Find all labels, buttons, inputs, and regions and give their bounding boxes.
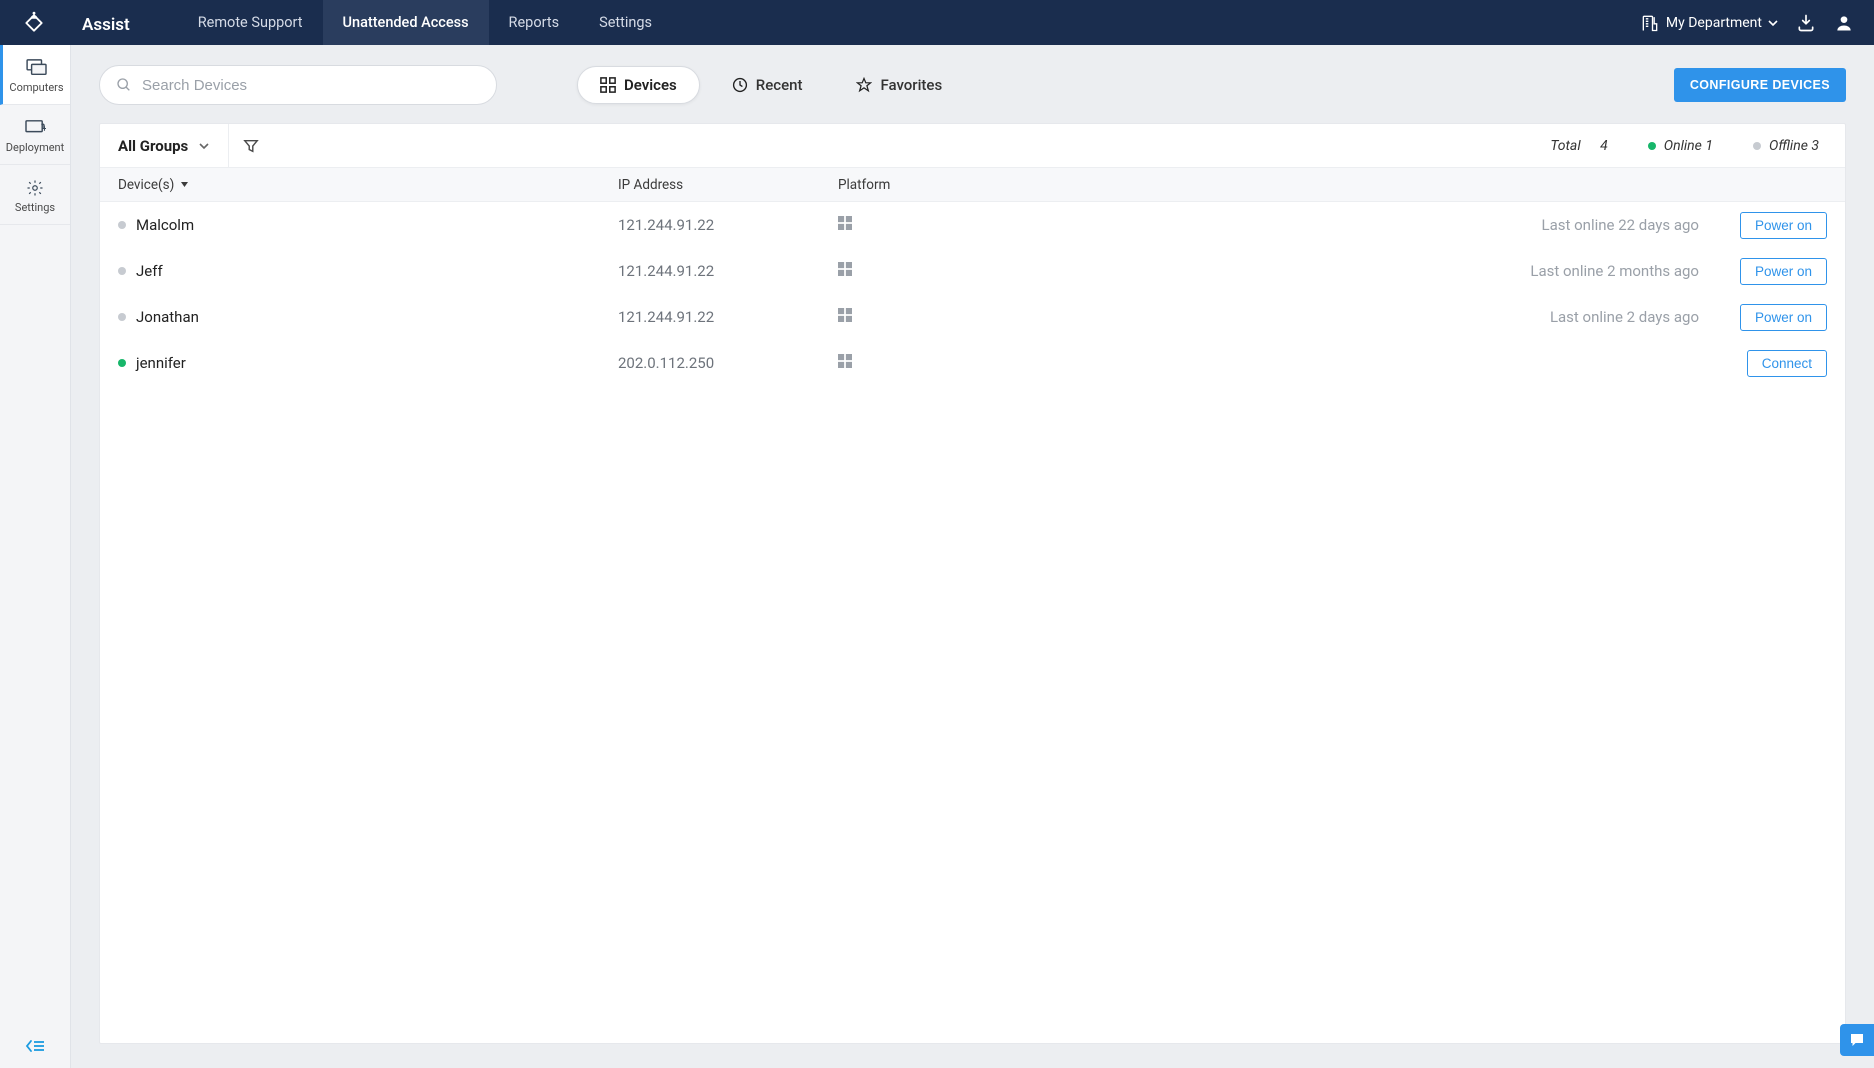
chevron-down-icon bbox=[198, 140, 210, 152]
last-seen: Last online 22 days ago bbox=[1427, 216, 1707, 234]
platform-icon bbox=[838, 308, 1427, 326]
department-selector[interactable]: My Department bbox=[1640, 13, 1778, 33]
stat-online: Online 1 bbox=[1648, 138, 1713, 154]
sidebar-item-label: Deployment bbox=[6, 141, 64, 154]
last-seen: Last online 2 months ago bbox=[1427, 262, 1707, 280]
chat-icon bbox=[1848, 1031, 1866, 1049]
toolbar: Devices Recent Favorites CONFIGURE DEVIC… bbox=[99, 65, 1846, 105]
stat-total: Total 4 bbox=[1550, 138, 1607, 154]
device-action-button[interactable]: Connect bbox=[1747, 350, 1827, 377]
view-tabs: Devices Recent Favorites bbox=[577, 66, 964, 104]
topnav-remote-support[interactable]: Remote Support bbox=[178, 0, 323, 45]
tab-label: Favorites bbox=[880, 76, 942, 94]
svg-text:+: + bbox=[42, 124, 46, 134]
tab-label: Recent bbox=[756, 76, 803, 94]
topnav-unattended-access[interactable]: Unattended Access bbox=[323, 0, 489, 45]
platform-icon bbox=[838, 262, 1427, 280]
configure-devices-button[interactable]: CONFIGURE DEVICES bbox=[1674, 68, 1846, 102]
device-name: jennifer bbox=[136, 354, 186, 372]
topbar: Zoho Assist Remote Support Unattended Ac… bbox=[0, 0, 1874, 45]
device-action-button[interactable]: Power on bbox=[1740, 304, 1827, 331]
download-icon[interactable] bbox=[1796, 13, 1816, 33]
tab-favorites[interactable]: Favorites bbox=[834, 67, 964, 103]
tab-devices[interactable]: Devices bbox=[577, 66, 700, 104]
building-icon bbox=[1640, 13, 1660, 33]
device-rows: Malcolm 121.244.91.22 Last online 22 days … bbox=[100, 202, 1845, 386]
sidebar-item-label: Settings bbox=[15, 201, 55, 214]
stat-offline: Offline 3 bbox=[1753, 138, 1819, 154]
tab-recent[interactable]: Recent bbox=[710, 67, 825, 103]
col-devices[interactable]: Device(s) bbox=[118, 177, 618, 193]
search-input[interactable] bbox=[142, 77, 480, 94]
online-dot-icon bbox=[1648, 142, 1656, 150]
device-stats: Total 4 Online 1 Offline 3 bbox=[1550, 138, 1837, 154]
device-row[interactable]: Malcolm 121.244.91.22 Last online 22 days … bbox=[100, 202, 1845, 248]
device-ip: 121.244.91.22 bbox=[618, 308, 838, 326]
devices-card: All Groups Total 4 Online 1 bbox=[99, 123, 1846, 1044]
device-ip: 121.244.91.22 bbox=[618, 216, 838, 234]
status-dot-icon bbox=[118, 221, 126, 229]
platform-icon bbox=[838, 354, 1427, 372]
last-seen: Last online 2 days ago bbox=[1427, 308, 1707, 326]
col-platform: Platform bbox=[838, 177, 1427, 193]
sort-desc-icon bbox=[180, 180, 189, 189]
device-row[interactable]: jennifer 202.0.112.250 Connect bbox=[100, 340, 1845, 386]
device-action-button[interactable]: Power on bbox=[1740, 258, 1827, 285]
devices-card-header: All Groups Total 4 Online 1 bbox=[100, 124, 1845, 168]
sidebar-item-settings[interactable]: Settings bbox=[0, 165, 70, 225]
chat-fab[interactable] bbox=[1840, 1024, 1874, 1056]
column-header: Device(s) IP Address Platform bbox=[100, 168, 1845, 202]
device-ip: 202.0.112.250 bbox=[618, 354, 838, 372]
sidebar-item-computers[interactable]: Computers bbox=[0, 45, 70, 105]
device-name: Jeff bbox=[136, 262, 163, 280]
status-dot-icon bbox=[118, 359, 126, 367]
platform-icon bbox=[838, 216, 1427, 234]
zoho-assist-logo-icon bbox=[20, 9, 48, 37]
status-dot-icon bbox=[118, 313, 126, 321]
deployment-icon: + bbox=[24, 119, 46, 137]
status-dot-icon bbox=[118, 267, 126, 275]
clock-icon bbox=[732, 77, 748, 93]
department-label: My Department bbox=[1666, 15, 1762, 31]
topnav-settings[interactable]: Settings bbox=[579, 0, 672, 45]
grid-icon bbox=[600, 77, 616, 93]
star-icon bbox=[856, 77, 872, 93]
search-box[interactable] bbox=[99, 65, 497, 105]
chevron-down-icon bbox=[1768, 18, 1778, 28]
topnav-reports[interactable]: Reports bbox=[489, 0, 580, 45]
group-filter-label: All Groups bbox=[118, 137, 188, 155]
topnav: Remote Support Unattended Access Reports… bbox=[178, 0, 672, 45]
group-filter[interactable]: All Groups bbox=[100, 124, 229, 167]
computers-icon bbox=[26, 59, 48, 77]
offline-dot-icon bbox=[1753, 142, 1761, 150]
gear-icon bbox=[24, 179, 46, 197]
main-content: Devices Recent Favorites CONFIGURE DEVIC… bbox=[71, 45, 1874, 1068]
sidebar-collapse[interactable] bbox=[0, 1024, 70, 1068]
filter-button[interactable] bbox=[229, 124, 273, 167]
tab-label: Devices bbox=[624, 76, 677, 94]
device-row[interactable]: Jeff 121.244.91.22 Last online 2 months ag… bbox=[100, 248, 1845, 294]
sidebar: Computers + Deployment Settings bbox=[0, 45, 71, 1068]
device-name: Jonathan bbox=[136, 308, 199, 326]
col-ip: IP Address bbox=[618, 177, 838, 193]
device-row[interactable]: Jonathan 121.244.91.22 Last online 2 days … bbox=[100, 294, 1845, 340]
sidebar-item-label: Computers bbox=[9, 81, 63, 94]
device-action-button[interactable]: Power on bbox=[1740, 212, 1827, 239]
brand[interactable]: Zoho Assist bbox=[0, 0, 178, 45]
device-name: Malcolm bbox=[136, 216, 194, 234]
user-icon[interactable] bbox=[1834, 13, 1854, 33]
collapse-icon bbox=[25, 1039, 45, 1053]
topbar-right: My Department bbox=[1640, 0, 1874, 45]
device-ip: 121.244.91.22 bbox=[618, 262, 838, 280]
sidebar-item-deployment[interactable]: + Deployment bbox=[0, 105, 70, 165]
funnel-icon bbox=[243, 138, 259, 154]
search-icon bbox=[116, 77, 132, 93]
